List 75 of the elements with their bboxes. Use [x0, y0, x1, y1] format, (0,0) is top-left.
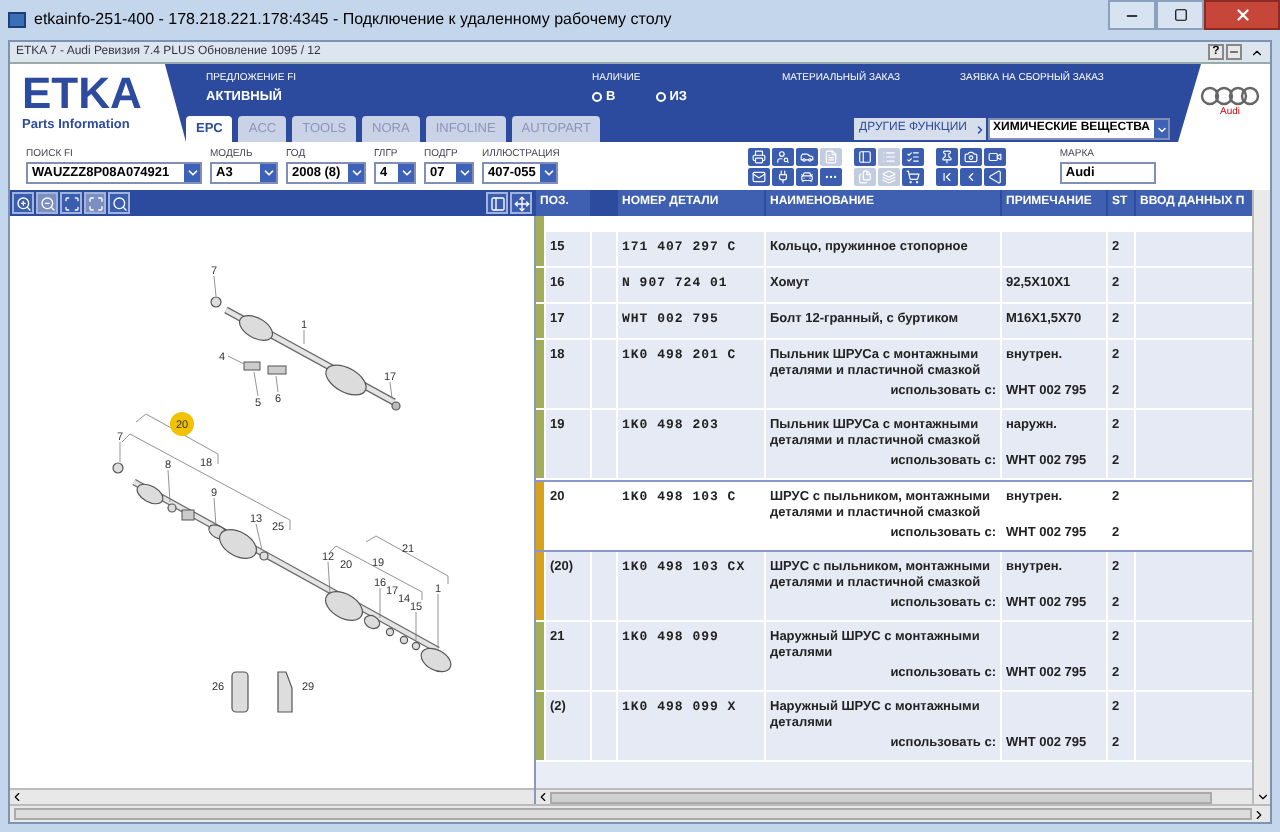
toolbar-button[interactable] — [853, 147, 876, 165]
vertical-scrollbar[interactable] — [1252, 190, 1270, 804]
zoom-tool-button[interactable] — [60, 192, 82, 214]
scrollbar-thumb[interactable] — [14, 808, 1252, 820]
remote-desktop-icon — [8, 12, 26, 28]
camera-icon — [963, 149, 978, 163]
cart-icon — [905, 169, 920, 183]
minimize-icon — [1228, 46, 1240, 58]
caret-icon — [348, 164, 364, 182]
toolbar-button[interactable] — [901, 167, 924, 185]
zoom-out-icon — [39, 195, 55, 211]
checklist-icon — [905, 149, 920, 163]
caret-icon — [456, 164, 472, 182]
zoom-tool-button[interactable] — [12, 192, 34, 214]
list-icon — [881, 149, 896, 163]
toolbar-button[interactable] — [747, 147, 770, 165]
toolbar-button[interactable] — [983, 147, 1006, 165]
scrollbar-thumb[interactable] — [550, 791, 1212, 803]
minimize-button[interactable] — [1226, 44, 1242, 60]
toolbar-button[interactable] — [747, 167, 770, 185]
zoom-tool-button[interactable] — [108, 192, 130, 214]
car-icon — [799, 149, 814, 163]
search-icon — [111, 195, 127, 211]
scroll-right-icon[interactable] — [1252, 807, 1266, 821]
document-icon — [823, 149, 838, 163]
horizontal-scrollbar[interactable] — [10, 804, 1270, 822]
toolbar-button[interactable] — [795, 167, 818, 185]
caret-icon — [398, 164, 414, 182]
caret-icon — [1154, 120, 1168, 138]
maximize-button[interactable] — [1156, 0, 1204, 30]
rings-logo-icon — [1200, 85, 1260, 106]
caret-icon — [184, 164, 200, 182]
video-icon — [987, 149, 1002, 163]
files-icon — [857, 169, 872, 183]
panel-icon — [857, 149, 872, 163]
toolbar-button[interactable] — [771, 147, 794, 165]
triangle-left-icon — [987, 169, 1002, 183]
mail-icon — [751, 169, 766, 183]
panel-icon — [489, 195, 505, 211]
tool-drawing — [231, 671, 293, 713]
window-title: etkainfo-251-400 - 178.218.221.178:4345 - Подключение к удаленному рабочему столу — [34, 8, 674, 32]
printer-icon — [751, 149, 766, 163]
close-button[interactable] — [1204, 0, 1280, 30]
maximize-icon — [1173, 8, 1187, 22]
toolbar-button[interactable] — [935, 147, 958, 165]
first-icon — [939, 169, 954, 183]
scroll-left-icon[interactable] — [536, 790, 550, 804]
pin-icon — [939, 149, 954, 163]
caret-icon — [540, 164, 556, 182]
toolbar-button[interactable] — [819, 167, 842, 185]
toolbar-button[interactable] — [935, 167, 958, 185]
layout-button[interactable] — [486, 192, 508, 214]
person-search-icon — [775, 149, 790, 163]
toolbar-button[interactable] — [771, 167, 794, 185]
move-button[interactable] — [510, 192, 532, 214]
toolbar-button[interactable] — [983, 167, 1006, 185]
zoom-area-icon — [63, 195, 79, 211]
toolbar-button[interactable] — [959, 167, 982, 185]
layers-icon — [881, 169, 896, 183]
logo-wordmark: ETKA — [22, 71, 144, 116]
caret-icon — [260, 164, 276, 182]
horizontal-scrollbar[interactable] — [536, 788, 1252, 804]
fit-icon — [87, 195, 103, 211]
scroll-left-icon[interactable] — [10, 790, 24, 804]
scroll-down-icon[interactable] — [1255, 790, 1269, 804]
plug-icon — [775, 169, 790, 183]
horizontal-scrollbar[interactable] — [10, 788, 534, 804]
move-icon — [513, 195, 529, 211]
previous-icon — [963, 169, 978, 183]
zoom-in-icon — [15, 195, 31, 211]
toolbar-button[interactable] — [959, 147, 982, 165]
toolbar-button[interactable] — [795, 147, 818, 165]
car-front-icon — [799, 169, 814, 183]
close-icon — [1233, 6, 1251, 24]
toolbar-button[interactable] — [901, 147, 924, 165]
